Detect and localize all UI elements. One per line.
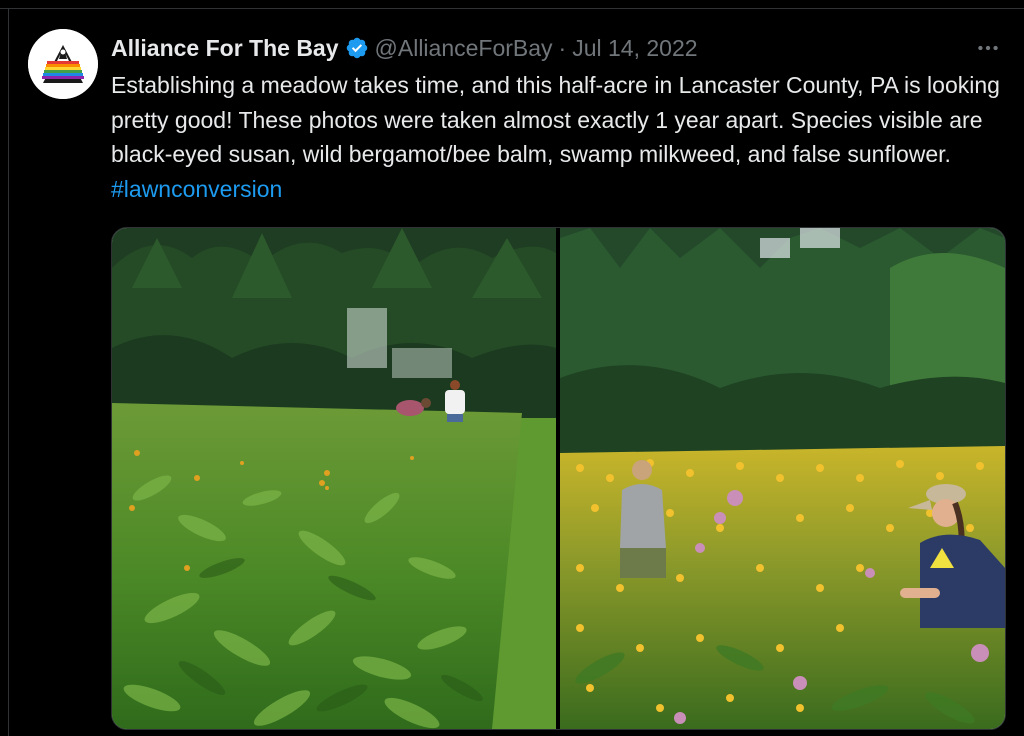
tweet-body: Establishing a meadow takes time, and th… <box>111 72 1000 167</box>
verified-badge-icon <box>346 37 367 59</box>
more-options-icon <box>978 45 998 51</box>
author-avatar[interactable] <box>28 29 98 99</box>
separator-dot: · <box>558 34 567 61</box>
meadow-before-image <box>112 228 556 729</box>
hashtag-link[interactable]: #lawnconversion <box>111 176 282 202</box>
meadow-photo-before[interactable] <box>112 228 556 729</box>
top-divider <box>0 0 1024 9</box>
meadow-photo-after[interactable] <box>560 228 1005 729</box>
author-name[interactable]: Alliance For The Bay <box>111 35 339 62</box>
tweet-date[interactable]: Jul 14, 2022 <box>572 35 697 62</box>
media-grid <box>111 227 1006 730</box>
author-handle[interactable]: @AllianceForBay <box>375 35 553 62</box>
alliance-logo-icon <box>28 29 98 99</box>
meadow-after-image <box>560 228 1005 729</box>
more-options-button[interactable] <box>973 36 1003 60</box>
tweet-header: Alliance For The Bay @AllianceForBay · J… <box>111 33 698 63</box>
tweet-text: Establishing a meadow takes time, and th… <box>111 68 1011 206</box>
